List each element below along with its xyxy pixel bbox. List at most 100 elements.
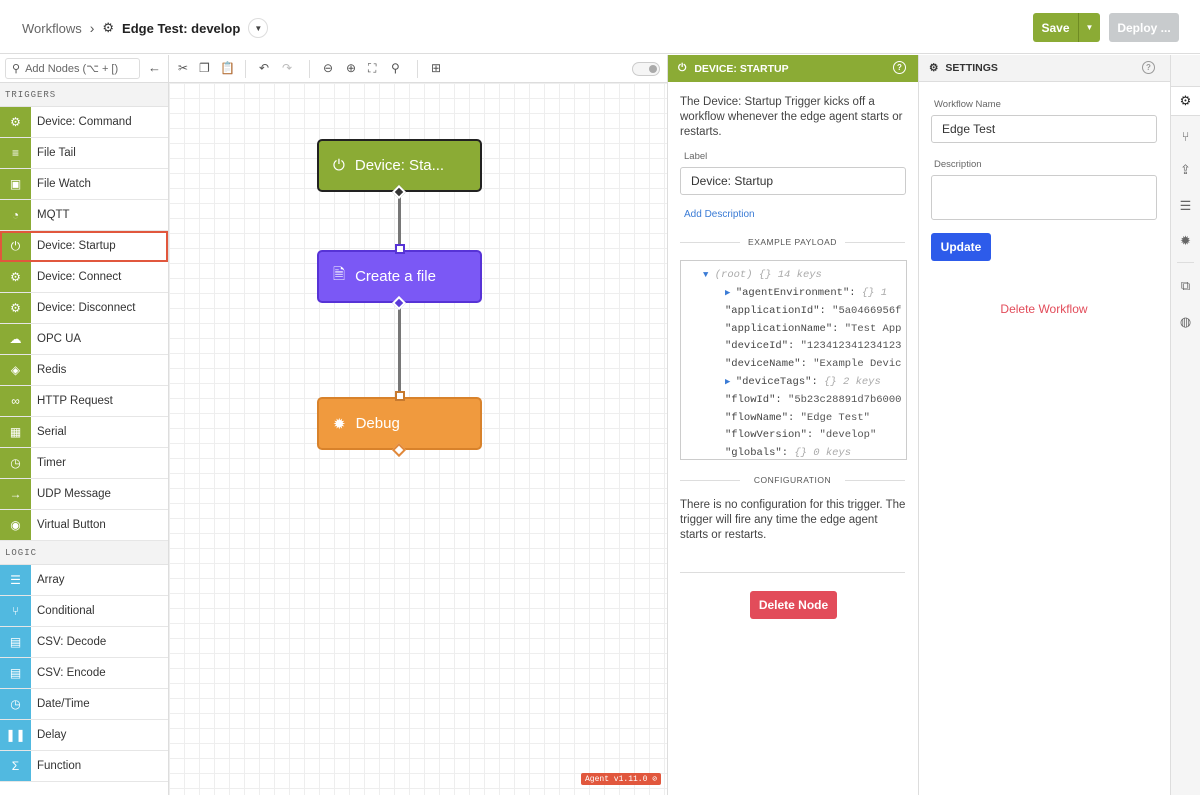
payload-line: "deviceId": "123412341234123: [725, 340, 901, 352]
collapse-palette-arrow-icon[interactable]: ←: [148, 60, 161, 75]
deploy-button[interactable]: Deploy ...: [1109, 13, 1179, 42]
payload-key: "agentEnvironment":: [735, 287, 856, 299]
undo-icon[interactable]: ↶: [259, 61, 269, 75]
expand-triangle-icon[interactable]: ▶: [725, 377, 736, 387]
delete-workflow-link[interactable]: Delete Workflow: [919, 302, 1169, 316]
save-button-label[interactable]: Save: [1033, 13, 1079, 42]
udp-message-icon: →: [0, 479, 31, 509]
palette-item-device-connect[interactable]: ⚙ Device: Connect: [0, 262, 168, 293]
palette-item-opc-ua[interactable]: ☁ OPC UA: [0, 324, 168, 355]
payload-value: "Edge Test": [800, 411, 870, 424]
copy-icon[interactable]: ❐: [199, 61, 210, 75]
palette-item-virtual-button[interactable]: ◉ Virtual Button: [0, 510, 168, 541]
add-nodes-search-input[interactable]: ⚲ Add Nodes (⌥ + [): [5, 58, 140, 79]
update-button[interactable]: Update: [931, 233, 991, 261]
label-caption: Label: [684, 151, 708, 162]
palette-item-file-watch[interactable]: ▣ File Watch: [0, 169, 168, 200]
file-watch-icon: ▣: [0, 169, 31, 199]
debug-bug-icon[interactable]: ✹: [1171, 226, 1200, 256]
palette-item-http-request[interactable]: ∞ HTTP Request: [0, 386, 168, 417]
palette-item-function[interactable]: Σ Function: [0, 751, 168, 782]
payload-line[interactable]: ▶ "deviceTags": {} 2 keys: [725, 376, 881, 388]
workflow-name-input[interactable]: Edge Test: [931, 115, 1157, 143]
palette-item-csv-decode[interactable]: ▤ CSV: Decode: [0, 627, 168, 658]
payload-key: "deviceTags":: [735, 376, 818, 388]
example-payload-viewer[interactable]: ▼ (root) {} 14 keys ▶ "agentEnvironment"…: [680, 260, 907, 460]
palette-item-label: Conditional: [37, 605, 95, 617]
redis-icon: ◈: [0, 355, 31, 385]
date-time-icon: ◷: [0, 689, 31, 719]
node-create-a-file[interactable]: 🗎 Create a file: [317, 250, 482, 303]
palette-item-date-time[interactable]: ◷ Date/Time: [0, 689, 168, 720]
payload-line[interactable]: ▶ "agentEnvironment": {} 1: [725, 287, 887, 299]
add-comment-icon[interactable]: ⊞: [431, 61, 441, 75]
input-port[interactable]: [395, 244, 405, 254]
payload-key: "flowName":: [725, 411, 795, 424]
node-palette: ⚲ Add Nodes (⌥ + [) ← TRIGGERS ⚙ Device: …: [0, 55, 169, 795]
palette-item-label: Redis: [37, 364, 67, 376]
canvas-toggle-switch[interactable]: [632, 62, 660, 76]
device-startup-icon: ⏻: [0, 231, 31, 261]
palette-item-label: UDP Message: [37, 488, 111, 500]
palette-item-label: CSV: Encode: [37, 667, 106, 679]
palette-item-array[interactable]: ☰ Array: [0, 565, 168, 596]
palette-item-label: CSV: Decode: [37, 636, 107, 648]
breadcrumb-workflows-link[interactable]: Workflows: [22, 21, 82, 36]
zoom-in-icon[interactable]: ⊕: [346, 61, 356, 75]
input-port[interactable]: [395, 391, 405, 401]
palette-item-device-startup[interactable]: ⏻ Device: Startup: [0, 231, 168, 262]
palette-item-redis[interactable]: ◈ Redis: [0, 355, 168, 386]
payload-value: "Test App: [844, 322, 902, 335]
version-dropdown-button[interactable]: ▼: [248, 18, 269, 38]
zoom-reset-icon[interactable]: ⚲: [391, 61, 400, 75]
node-panel-title: DEVICE: STARTUP: [694, 62, 789, 75]
version-branch-icon[interactable]: ⑂: [1171, 121, 1200, 151]
node-label-input[interactable]: Device: Startup: [680, 167, 906, 195]
node-device-startup[interactable]: ⏻ Device: Sta...: [317, 139, 482, 192]
workflow-canvas[interactable]: ⏻ Device: Sta... 🗎 Create a file ✹ Debug…: [169, 83, 667, 795]
workflow-description-textarea[interactable]: [931, 175, 1157, 220]
palette-item-conditional[interactable]: ⑂ Conditional: [0, 596, 168, 627]
palette-item-label: File Watch: [37, 178, 91, 190]
save-button[interactable]: Save ▼: [1033, 13, 1100, 42]
csv-decode-icon: ▤: [0, 627, 31, 657]
palette-item-device-disconnect[interactable]: ⚙ Device: Disconnect: [0, 293, 168, 324]
settings-panel: ⚙ SETTINGS ? Workflow Name Edge Test Des…: [919, 55, 1171, 795]
node-panel-header: ⏻ DEVICE: STARTUP ?: [668, 55, 918, 82]
palette-item-label: File Tail: [37, 147, 76, 159]
palette-item-device-command[interactable]: ⚙ Device: Command: [0, 107, 168, 138]
save-options-chevron-icon[interactable]: ▼: [1079, 13, 1100, 42]
paste-icon[interactable]: 📋: [220, 61, 235, 75]
palette-item-udp-message[interactable]: → UDP Message: [0, 479, 168, 510]
help-icon[interactable]: ?: [1142, 61, 1155, 74]
cut-icon[interactable]: ✂: [178, 61, 188, 75]
node-label: Device: Sta...: [354, 157, 445, 174]
palette-item-label: Device: Command: [37, 116, 132, 128]
fit-to-screen-icon[interactable]: ⛶: [368, 61, 376, 76]
redo-icon[interactable]: ↷: [282, 61, 292, 75]
settings-gear-icon[interactable]: ⚙: [1171, 86, 1200, 116]
delete-node-button[interactable]: Delete Node: [750, 591, 837, 619]
add-description-link[interactable]: Add Description: [684, 209, 755, 220]
deploy-upload-icon[interactable]: ⇪: [1171, 155, 1200, 185]
palette-item-csv-encode[interactable]: ▤ CSV: Encode: [0, 658, 168, 689]
collapse-triangle-icon[interactable]: ▼: [703, 270, 708, 280]
payload-value: {} 2 keys: [824, 376, 881, 388]
node-debug[interactable]: ✹ Debug: [317, 397, 482, 450]
devices-icon[interactable]: ⧉: [1171, 271, 1200, 301]
palette-item-timer[interactable]: ◷ Timer: [0, 448, 168, 479]
palette-item-delay[interactable]: ❚❚ Delay: [0, 720, 168, 751]
configuration-text: There is no configuration for this trigg…: [680, 499, 906, 541]
globe-icon[interactable]: ◍: [1171, 307, 1200, 337]
workflow-gear-icon: ⚙: [102, 20, 115, 35]
zoom-out-icon[interactable]: ⊖: [323, 61, 333, 75]
expand-triangle-icon[interactable]: ▶: [725, 288, 736, 298]
connection-wire[interactable]: [398, 304, 401, 400]
palette-item-serial[interactable]: ▦ Serial: [0, 417, 168, 448]
payload-value: "develop": [819, 429, 877, 442]
help-icon[interactable]: ?: [893, 61, 906, 74]
palette-item-file-tail[interactable]: ≡ File Tail: [0, 138, 168, 169]
payload-line: "globals": {} 0 keys: [725, 447, 851, 459]
storage-database-icon[interactable]: ☰: [1171, 191, 1200, 221]
palette-item-mqtt[interactable]: ◔ MQTT: [0, 200, 168, 231]
